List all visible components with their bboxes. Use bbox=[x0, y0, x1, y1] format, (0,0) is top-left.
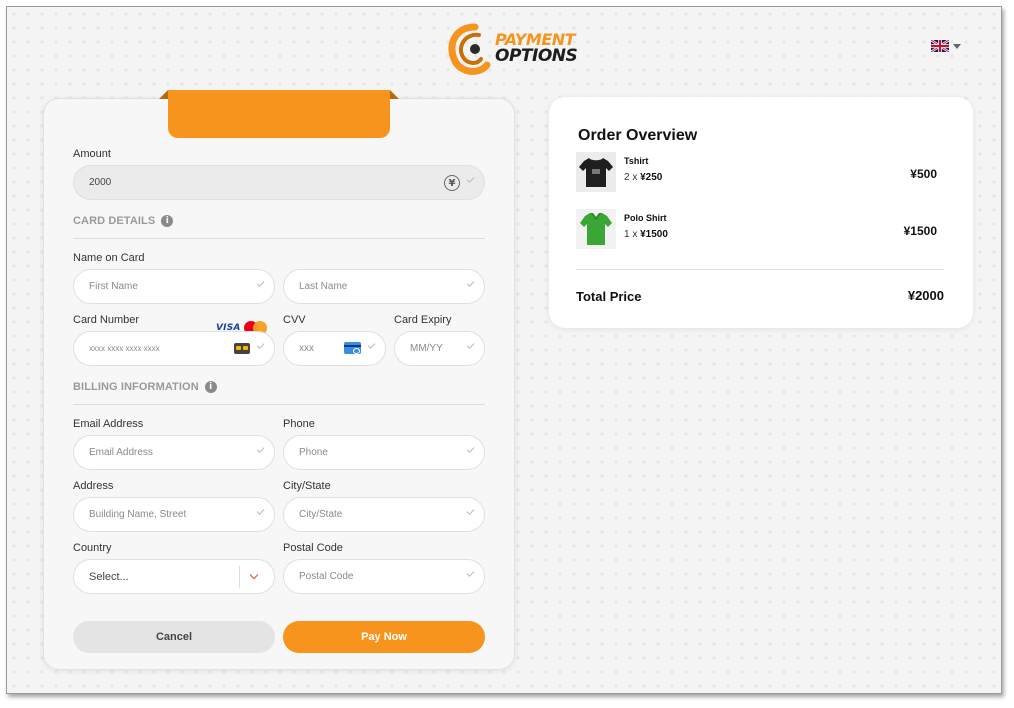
section-divider bbox=[73, 404, 485, 405]
name-on-card-label: Name on Card bbox=[73, 252, 145, 264]
check-icon bbox=[256, 279, 265, 287]
email-label: Email Address bbox=[73, 418, 144, 430]
item-name: Tshirt bbox=[624, 156, 649, 166]
brand-name-line2: OPTIONS bbox=[495, 46, 578, 66]
check-icon bbox=[466, 445, 475, 453]
item-total: ¥1500 bbox=[903, 224, 937, 238]
polo-shirt-icon bbox=[580, 213, 612, 245]
header-ribbon bbox=[168, 90, 390, 138]
card-expiry-label: Card Expiry bbox=[394, 314, 452, 326]
check-icon bbox=[466, 341, 475, 349]
city-label: City/State bbox=[283, 480, 331, 492]
country-select[interactable]: Select... bbox=[73, 559, 275, 594]
item-total: ¥500 bbox=[910, 167, 937, 181]
order-title: Order Overview bbox=[578, 127, 698, 144]
phone-label: Phone bbox=[283, 418, 315, 430]
cvv-label: CVV bbox=[283, 314, 306, 326]
payment-form-card: Amount 2000 ¥ CARD DETAILS i Name on Car… bbox=[43, 90, 515, 670]
card-details-heading: CARD DETAILS i bbox=[73, 215, 174, 227]
section-divider bbox=[73, 238, 485, 239]
check-icon bbox=[466, 569, 475, 577]
order-overview-card: Order Overview Tshirt 2 x ¥250 ¥500 Polo… bbox=[549, 97, 973, 328]
item-quantity: 1 x ¥1500 bbox=[624, 229, 668, 240]
check-icon bbox=[256, 507, 265, 515]
amount-label: Amount bbox=[73, 148, 111, 160]
polo-shirt-image bbox=[576, 209, 616, 249]
tshirt-image bbox=[576, 152, 616, 192]
cvv-field[interactable]: xxx bbox=[283, 331, 386, 366]
brand-name: PAYMENT OPTIONS bbox=[495, 31, 578, 66]
phone-field[interactable]: Phone bbox=[283, 435, 485, 470]
tshirt-icon bbox=[579, 158, 613, 187]
cancel-button[interactable]: Cancel bbox=[73, 621, 275, 653]
first-name-field[interactable]: First Name bbox=[73, 269, 275, 304]
card-number-label: Card Number bbox=[73, 314, 140, 326]
email-placeholder: Email Address bbox=[89, 447, 153, 458]
city-field[interactable]: City/State bbox=[283, 497, 485, 532]
last-name-field[interactable]: Last Name bbox=[283, 269, 485, 304]
cvv-placeholder: xxx bbox=[299, 343, 314, 354]
ribbon-fold-left bbox=[159, 90, 168, 99]
item-qty-x: x bbox=[629, 229, 641, 240]
total-price-label: Total Price bbox=[576, 289, 642, 304]
check-icon bbox=[466, 175, 475, 183]
address-field[interactable]: Building Name, Street bbox=[73, 497, 275, 532]
select-separator bbox=[239, 566, 240, 588]
ribbon-fold-right bbox=[390, 90, 399, 99]
item-unit-price: ¥1500 bbox=[640, 229, 668, 240]
first-name-placeholder: First Name bbox=[89, 281, 138, 292]
uk-flag-icon bbox=[931, 40, 949, 52]
address-placeholder: Building Name, Street bbox=[89, 509, 187, 520]
check-icon bbox=[367, 341, 376, 349]
card-number-field[interactable]: xxxx xxxx xxxx xxxx bbox=[73, 331, 275, 366]
country-label: Country bbox=[73, 542, 112, 554]
postal-code-field[interactable]: Postal Code bbox=[283, 559, 485, 594]
postal-label: Postal Code bbox=[283, 542, 343, 554]
check-icon bbox=[466, 507, 475, 515]
brand-logo: PAYMENT OPTIONS bbox=[445, 21, 578, 79]
brand-swirl-icon bbox=[448, 23, 491, 75]
card-expiry-field[interactable]: MM/YY bbox=[394, 331, 485, 366]
city-placeholder: City/State bbox=[299, 509, 343, 520]
chevron-down-icon bbox=[249, 570, 259, 580]
total-price-value: ¥2000 bbox=[907, 288, 944, 303]
check-icon bbox=[466, 279, 475, 287]
item-unit-price: ¥250 bbox=[640, 172, 663, 183]
item-quantity: 2 x ¥250 bbox=[624, 172, 662, 183]
check-icon bbox=[256, 341, 265, 349]
phone-placeholder: Phone bbox=[299, 447, 328, 458]
language-selector[interactable] bbox=[931, 40, 961, 52]
cvv-card-icon bbox=[344, 342, 361, 354]
yen-circle-icon: ¥ bbox=[444, 175, 460, 191]
chevron-down-icon bbox=[953, 43, 961, 49]
amount-value: 2000 bbox=[89, 177, 112, 188]
check-icon bbox=[256, 445, 265, 453]
info-icon[interactable]: i bbox=[204, 381, 217, 393]
address-label: Address bbox=[73, 480, 114, 492]
card-expiry-placeholder: MM/YY bbox=[410, 343, 443, 354]
item-qty-x: x bbox=[629, 172, 641, 183]
credit-card-icon bbox=[234, 343, 250, 354]
info-icon[interactable]: i bbox=[161, 215, 174, 227]
pay-now-button[interactable]: Pay Now bbox=[283, 621, 485, 653]
email-field[interactable]: Email Address bbox=[73, 435, 275, 470]
item-name: Polo Shirt bbox=[624, 213, 667, 223]
postal-placeholder: Postal Code bbox=[299, 571, 354, 582]
country-value: Select... bbox=[89, 570, 129, 583]
billing-title: BILLING INFORMATION bbox=[73, 381, 199, 393]
order-divider bbox=[576, 269, 944, 270]
card-details-title: CARD DETAILS bbox=[73, 215, 156, 227]
amount-field[interactable]: 2000 ¥ bbox=[73, 165, 485, 200]
billing-heading: BILLING INFORMATION i bbox=[73, 381, 217, 393]
card-number-placeholder: xxxx xxxx xxxx xxxx bbox=[89, 344, 160, 353]
app-frame: PAYMENT OPTIONS Amount 2000 ¥ CARD DETAI… bbox=[6, 6, 1002, 694]
last-name-placeholder: Last Name bbox=[299, 281, 348, 292]
